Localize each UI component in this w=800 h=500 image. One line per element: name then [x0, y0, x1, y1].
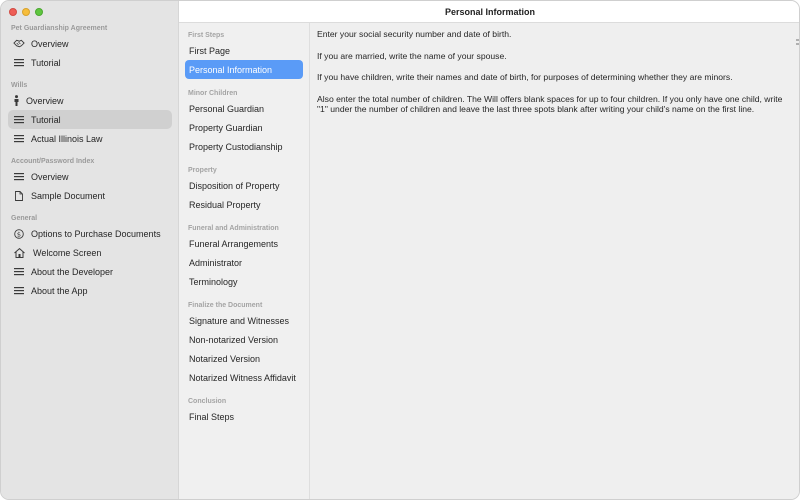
topic-item-residual-property[interactable]: Residual Property	[185, 195, 303, 214]
sidebar-item-label: Options to Purchase Documents	[31, 228, 161, 239]
topic-item-final-steps[interactable]: Final Steps	[185, 407, 303, 426]
topic-item-personal-information[interactable]: Personal Information	[185, 60, 303, 79]
content-paragraph: If you have children, write their names …	[317, 72, 733, 82]
list-icon	[13, 57, 25, 69]
sidebar: Pet Guardianship Agreement Overview Tuto…	[1, 1, 179, 499]
sidebar-sections: Pet Guardianship Agreement Overview Tuto…	[1, 23, 179, 300]
person-icon	[13, 95, 19, 107]
window-edge-mark	[796, 39, 799, 41]
sidebar-item-label: Overview	[26, 95, 64, 106]
topic-section-header: First Steps	[188, 32, 225, 39]
document-icon	[13, 190, 25, 202]
detail-content: Enter your social security number and da…	[309, 23, 799, 499]
sidebar-section-header: Wills	[11, 82, 28, 89]
window-controls	[9, 8, 43, 16]
topic-item-personal-guardian[interactable]: Personal Guardian	[185, 99, 303, 118]
sidebar-item-label: About the App	[31, 285, 88, 296]
list-icon	[13, 171, 25, 183]
window-title: Personal Information	[444, 6, 535, 17]
sidebar-item-label: Actual Illinois Law	[31, 133, 103, 144]
sidebar-item-label: Overview	[31, 38, 69, 49]
dollar-circle-icon: $	[13, 228, 25, 240]
app-window: Pet Guardianship Agreement Overview Tuto…	[0, 0, 800, 500]
topic-item-administrator[interactable]: Administrator	[185, 253, 303, 272]
minimize-button[interactable]	[22, 8, 30, 16]
sidebar-item-about-developer[interactable]: About the Developer	[8, 262, 172, 281]
list-icon	[13, 266, 25, 278]
list-icon	[13, 133, 25, 145]
topic-item-disposition-of-property[interactable]: Disposition of Property	[185, 176, 303, 195]
sidebar-item-about-app[interactable]: About the App	[8, 281, 172, 300]
topic-item-terminology[interactable]: Terminology	[185, 272, 303, 291]
topic-item-notarized-version[interactable]: Notarized Version	[185, 349, 303, 368]
sidebar-item-label: Overview	[31, 171, 69, 182]
sidebar-item-purchase-options[interactable]: $ Options to Purchase Documents	[8, 224, 172, 243]
sidebar-item-label: About the Developer	[31, 266, 114, 277]
topic-item-non-notarized-version[interactable]: Non-notarized Version	[185, 330, 303, 349]
topic-section-header: Finalize the Document	[188, 302, 263, 309]
topic-item-property-guardian[interactable]: Property Guardian	[185, 118, 303, 137]
sidebar-item-pet-tutorial[interactable]: Tutorial	[8, 53, 172, 72]
sidebar-item-account-overview[interactable]: Overview	[8, 167, 172, 186]
zoom-button[interactable]	[35, 8, 43, 16]
topic-item-first-page[interactable]: First Page	[185, 41, 303, 60]
window-titlebar: Personal Information	[179, 1, 799, 23]
list-icon	[13, 285, 25, 297]
content-paragraph: If you are married, write the name of yo…	[317, 50, 507, 61]
topic-section-header: Funeral and Administration	[188, 225, 279, 232]
sidebar-section-header: General	[11, 215, 38, 222]
sidebar-item-sample-document[interactable]: Sample Document	[8, 186, 172, 205]
handshake-icon	[13, 38, 25, 50]
topic-section-header: Minor Children	[188, 90, 238, 97]
sidebar-item-pet-overview[interactable]: Overview	[8, 34, 172, 53]
topic-item-signature-and-witnesses[interactable]: Signature and Witnesses	[185, 311, 303, 330]
list-icon	[13, 114, 25, 126]
sidebar-item-label: Tutorial	[31, 57, 61, 68]
window-edge-mark	[796, 43, 799, 45]
topic-list: First Steps First Page Personal Informat…	[179, 23, 309, 499]
sidebar-item-wills-tutorial[interactable]: Tutorial	[8, 110, 172, 129]
sidebar-section-header: Pet Guardianship Agreement	[11, 25, 108, 32]
content-paragraph: Also enter the total number of children.…	[317, 93, 783, 115]
sidebar-item-label: Sample Document	[31, 190, 106, 201]
content-paragraph: Enter your social security number and da…	[317, 29, 512, 39]
topic-section-header: Property	[188, 167, 217, 174]
close-button[interactable]	[9, 8, 17, 16]
house-icon	[13, 247, 25, 259]
sidebar-item-illinois-law[interactable]: Actual Illinois Law	[8, 129, 172, 148]
topic-section-header: Conclusion	[188, 398, 227, 405]
svg-text:$: $	[17, 230, 21, 238]
sidebar-item-wills-overview[interactable]: Overview	[8, 91, 172, 110]
sidebar-item-label: Welcome Screen	[33, 247, 102, 258]
sidebar-section-header: Account/Password Index	[11, 158, 95, 165]
topic-item-notarized-witness-affidavit[interactable]: Notarized Witness Affidavit	[185, 368, 303, 387]
sidebar-item-welcome-screen[interactable]: Welcome Screen	[8, 243, 172, 262]
topic-item-funeral-arrangements[interactable]: Funeral Arrangements	[185, 234, 303, 253]
topic-item-property-custodianship[interactable]: Property Custodianship	[185, 137, 303, 156]
sidebar-item-label: Tutorial	[31, 114, 61, 125]
